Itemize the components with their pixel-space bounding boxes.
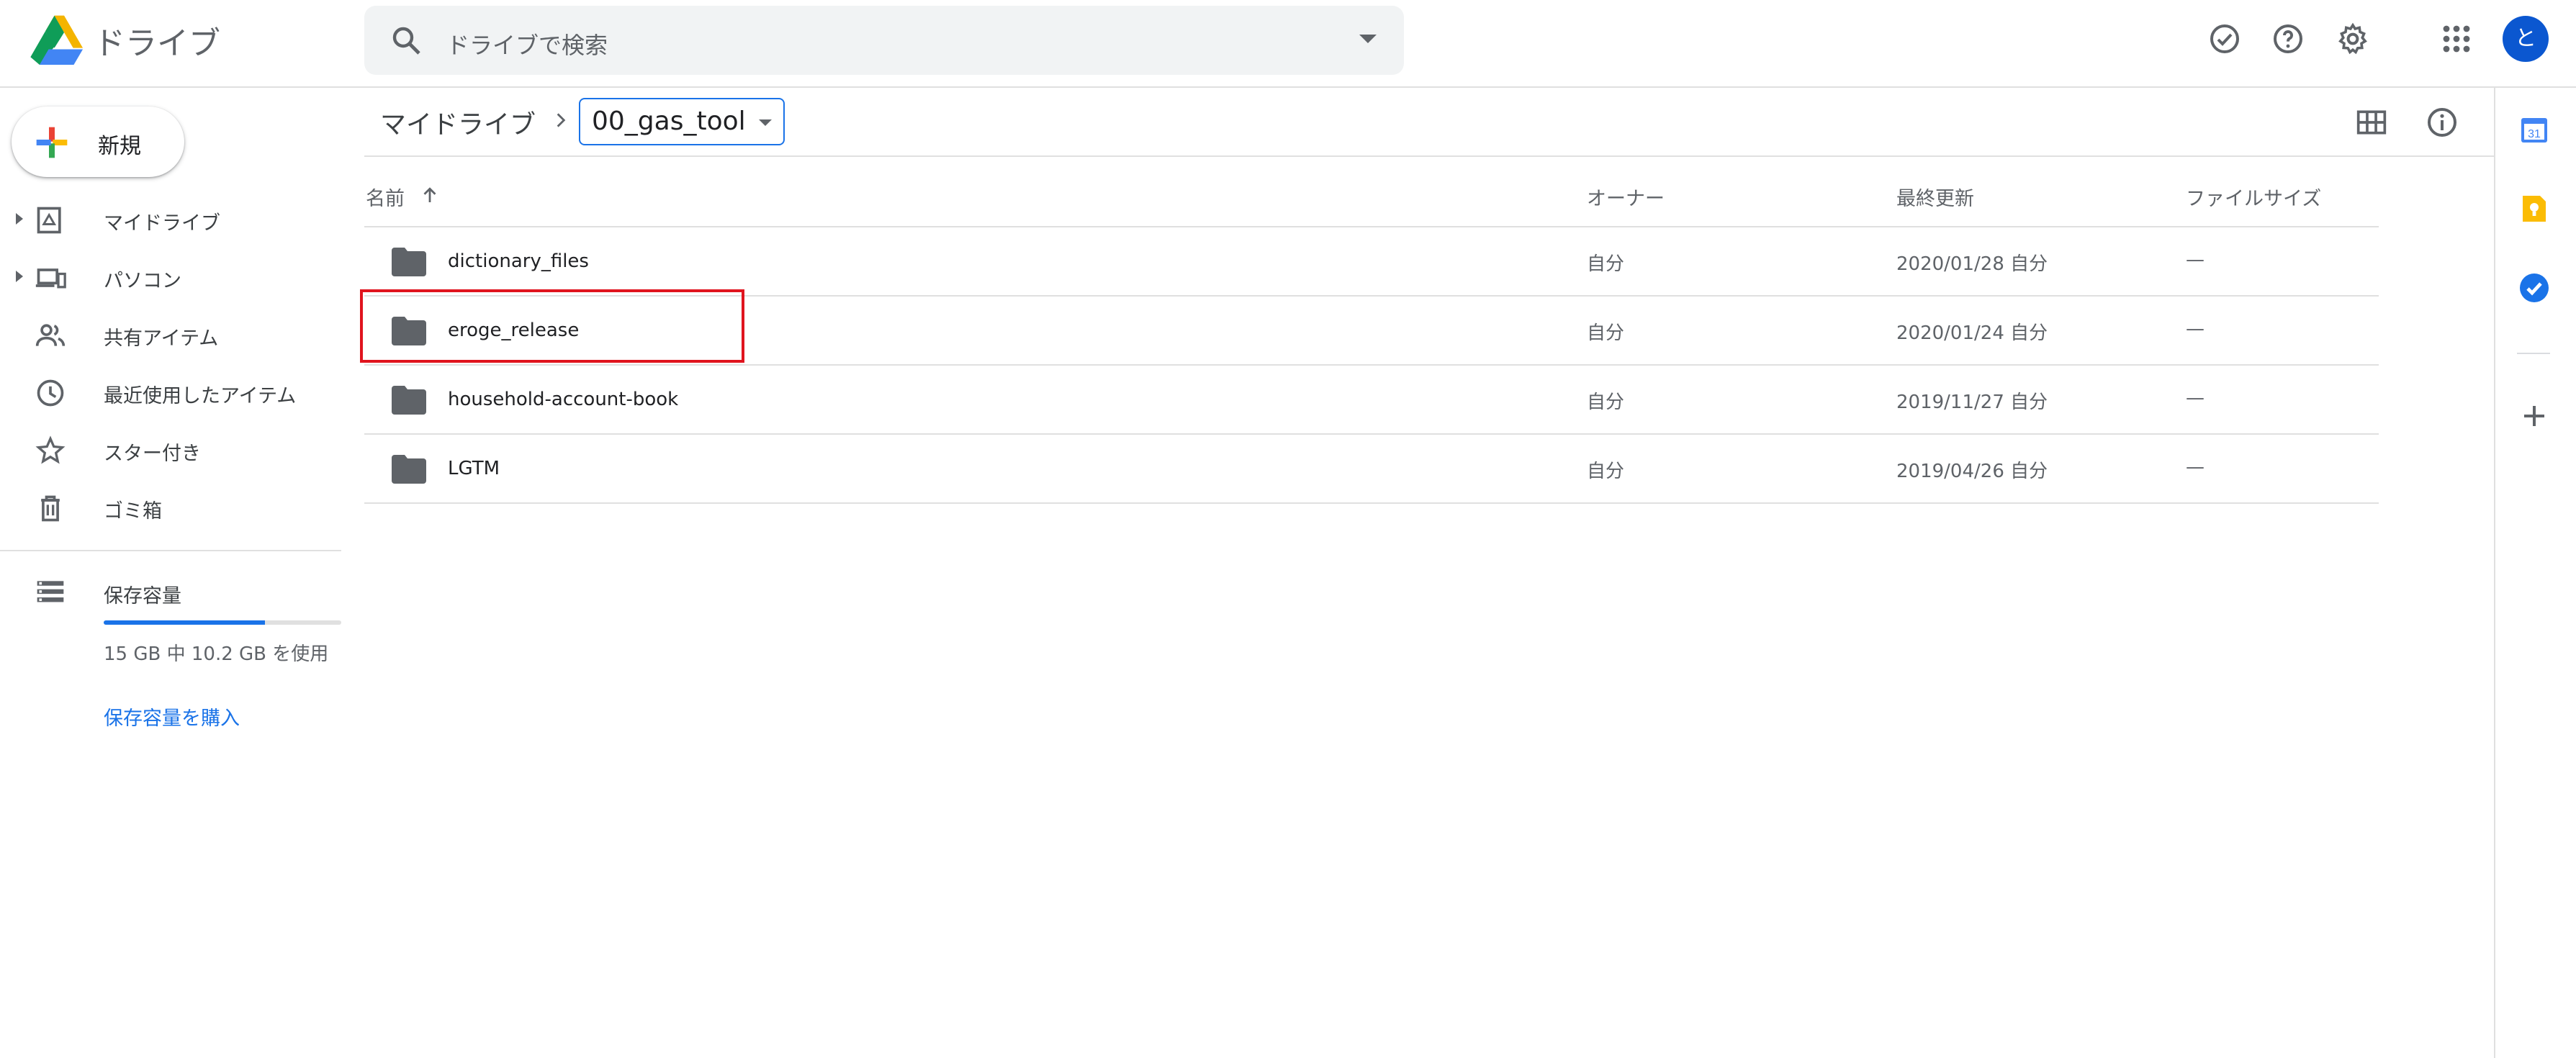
file-owner: 自分 — [1587, 461, 1625, 482]
chevron-right-icon — [557, 113, 566, 127]
folder-icon — [392, 386, 426, 415]
toolbar-divider — [364, 155, 2495, 157]
add-addon-plus-icon[interactable] — [2517, 399, 2552, 433]
trash-icon — [41, 495, 60, 522]
sidebar-item-shared[interactable]: 共有アイテム — [0, 305, 341, 363]
sidebar-item-trash[interactable]: ゴミ箱 — [0, 478, 341, 535]
computers-icon — [35, 268, 66, 289]
storage-usage-text: 15 GB 中 10.2 GB を使用 — [104, 643, 329, 665]
breadcrumb-current-folder[interactable]: 00_gas_tool — [579, 98, 785, 145]
sidebar-item-label: 最近使用したアイテム — [104, 385, 297, 407]
shared-people-icon — [35, 324, 66, 346]
file-owner: 自分 — [1587, 253, 1625, 275]
storage-icon — [37, 581, 64, 602]
storage-usage-bar — [104, 620, 341, 625]
search-bar[interactable]: ドライブで検索 — [364, 6, 1404, 75]
buy-storage-link[interactable]: 保存容量を購入 — [104, 702, 240, 731]
table-row[interactable]: dictionary_files 自分 2020/01/28 自分 — — [364, 227, 2379, 295]
ready-offline-icon[interactable] — [2207, 22, 2242, 56]
column-header-size[interactable]: ファイルサイズ — [2186, 183, 2321, 211]
file-modified: 2020/01/24 自分 — [1896, 322, 2048, 344]
apps-grid-icon[interactable] — [2439, 22, 2474, 56]
info-icon[interactable] — [2425, 105, 2459, 140]
file-modified: 2019/04/26 自分 — [1896, 461, 2048, 482]
file-owner: 自分 — [1587, 322, 1625, 344]
file-size: — — [2186, 318, 2205, 340]
star-icon — [35, 435, 66, 464]
app-header: ドライブ ドライブで検索 と — [0, 0, 2576, 88]
sidebar-divider — [0, 550, 341, 551]
sidebar-item-recent[interactable]: 最近使用したアイテム — [0, 363, 341, 420]
highlight-annotation-box — [360, 289, 744, 363]
sidebar-item-label: ゴミ箱 — [104, 500, 162, 523]
file-size: — — [2186, 249, 2205, 271]
new-button-label: 新規 — [98, 134, 141, 159]
row-divider — [364, 502, 2379, 504]
folder-icon — [392, 248, 426, 276]
sidebar-item-label: パソコン — [104, 270, 181, 292]
storage-usage-fill — [104, 620, 266, 625]
app-title: ドライブ — [94, 25, 220, 62]
expand-arrow-icon[interactable] — [16, 271, 23, 282]
calendar-date-text: 31 — [2528, 128, 2541, 140]
table-row[interactable]: LGTM 自分 2019/04/26 自分 — — [364, 435, 2379, 502]
column-header-name[interactable]: 名前 — [366, 183, 405, 211]
my-drive-icon — [37, 207, 61, 234]
plus-icon — [36, 127, 68, 158]
file-size: — — [2186, 387, 2205, 409]
expand-arrow-icon[interactable] — [16, 213, 23, 225]
file-modified: 2020/01/28 自分 — [1896, 253, 2048, 275]
sort-ascending-arrow-icon[interactable] — [419, 184, 441, 206]
file-name: household-account-book — [448, 389, 679, 410]
side-panel-divider — [2517, 353, 2550, 354]
help-icon[interactable] — [2271, 22, 2305, 56]
breadcrumb-my-drive[interactable]: マイドライブ — [380, 104, 536, 141]
grid-view-icon[interactable] — [2356, 107, 2387, 138]
file-name: LGTM — [448, 458, 500, 479]
storage-title: 保存容量 — [104, 585, 181, 607]
file-name: dictionary_files — [448, 250, 589, 272]
keep-icon[interactable] — [2517, 191, 2552, 226]
search-input[interactable]: ドライブで検索 — [446, 27, 608, 60]
table-row[interactable]: household-account-book 自分 2019/11/27 自分 … — [364, 366, 2379, 433]
sidebar-item-my-drive[interactable]: マイドライブ — [0, 190, 341, 248]
file-size: — — [2186, 456, 2205, 478]
folder-icon — [392, 455, 426, 484]
settings-gear-icon[interactable] — [2336, 22, 2370, 56]
new-button[interactable]: 新規 — [12, 107, 184, 177]
tasks-icon[interactable] — [2517, 271, 2552, 305]
current-folder-name: 00_gas_tool — [592, 107, 746, 136]
file-modified: 2019/11/27 自分 — [1896, 392, 2048, 413]
sidebar-item-label: スター付き — [104, 443, 201, 465]
drive-logo[interactable] — [26, 14, 84, 65]
sidebar-item-starred[interactable]: スター付き — [0, 420, 341, 478]
search-icon[interactable] — [389, 23, 423, 58]
sidebar-item-label: 共有アイテム — [104, 327, 219, 350]
column-header-modified[interactable]: 最終更新 — [1896, 183, 1974, 211]
calendar-icon[interactable]: 31 — [2517, 112, 2552, 147]
column-header-owner: オーナー — [1587, 188, 1665, 210]
folder-menu-dropdown-icon[interactable] — [758, 119, 772, 126]
file-owner: 自分 — [1587, 392, 1625, 413]
search-options-icon[interactable] — [1359, 35, 1377, 43]
sidebar-item-label: マイドライブ — [104, 212, 220, 235]
account-avatar[interactable]: と — [2503, 16, 2549, 62]
side-panel: 31 — [2494, 86, 2576, 1058]
clock-icon — [37, 379, 64, 407]
sidebar-item-computers[interactable]: パソコン — [0, 248, 341, 305]
